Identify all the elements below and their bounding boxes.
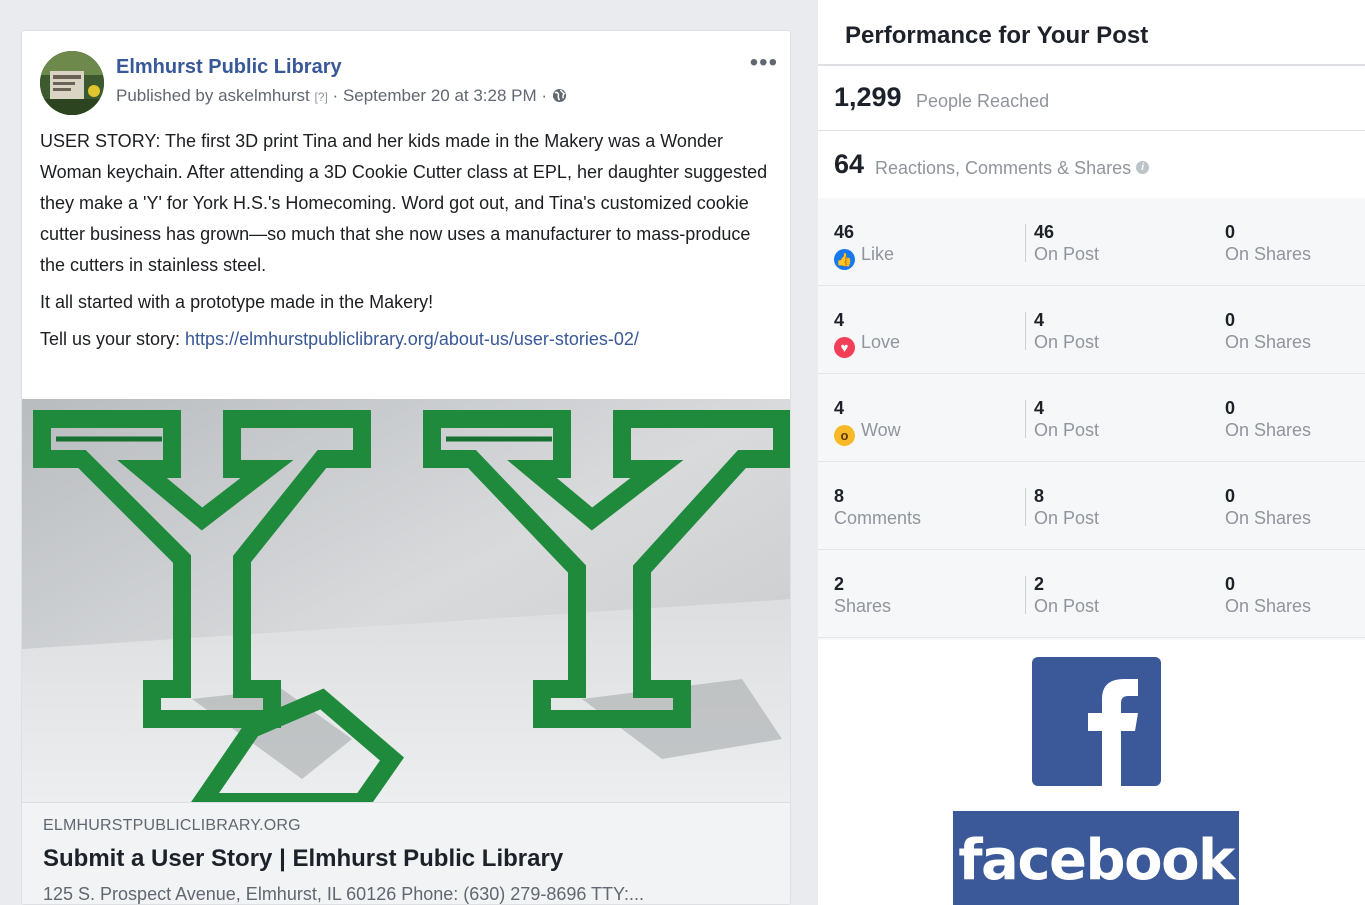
user-stories-link[interactable]: https://elmhurstpubliclibrary.org/about-…	[185, 329, 639, 349]
love-label: Love	[861, 332, 901, 352]
wow-on-shares: 0	[1225, 398, 1236, 418]
engagement-summary: 64 Reactions, Comments & Shares i	[818, 131, 1365, 196]
facebook-wordmark: facebook	[953, 811, 1239, 905]
author-link[interactable]: askelmhurst	[218, 86, 310, 105]
link-domain: ELMHURSTPUBLICLIBRARY.ORG	[43, 817, 301, 834]
more-options-button[interactable]: •••	[750, 49, 778, 77]
wow-label: Wow	[861, 420, 901, 440]
reaction-breakdown: 46 👍 Like 46 On Post 0 On Shares 4 ♥ Love 4 On …	[818, 198, 1365, 640]
post-message: USER STORY: The first 3D print Tina and …	[40, 126, 780, 361]
wow-icon: o	[834, 425, 855, 446]
post-paragraph: USER STORY: The first 3D print Tina and …	[40, 131, 768, 275]
engagement-value: 64	[834, 149, 865, 179]
performance-panel: Performance for Your Post 1,299 People R…	[818, 0, 1365, 640]
on-shares-label: On Shares	[1225, 508, 1312, 528]
reach-summary: 1,299 People Reached	[818, 66, 1365, 131]
like-icon: 👍	[834, 249, 855, 270]
breakdown-row-comments: 8 Comments 8 On Post 0 On Shares	[818, 462, 1365, 550]
on-post-label: On Post	[1034, 244, 1100, 264]
on-shares-label: On Shares	[1225, 244, 1312, 264]
byline-separator: ·	[332, 86, 339, 105]
cta-prefix: Tell us your story:	[40, 329, 186, 349]
like-label: Like	[861, 244, 895, 264]
like-total: 46	[834, 222, 855, 242]
comments-on-shares: 0	[1225, 486, 1236, 506]
wow-total: 4	[834, 398, 845, 418]
shares-label: Shares	[834, 596, 892, 616]
byline-separator: ·	[541, 86, 548, 105]
like-on-post: 46	[1034, 222, 1055, 242]
reach-label: People Reached	[916, 91, 1050, 111]
link-description: 125 S. Prospect Avenue, Elmhurst, IL 601…	[43, 884, 645, 904]
breakdown-row-shares: 2 Shares 2 On Post 0 On Shares	[818, 550, 1365, 638]
breakdown-row-wow: 4 o Wow 4 On Post 0 On Shares	[818, 374, 1365, 462]
link-preview[interactable]: ELMHURSTPUBLICLIBRARY.ORG Submit a User …	[22, 802, 790, 904]
engagement-label: Reactions, Comments & Shares	[875, 158, 1132, 178]
love-on-post: 4	[1034, 310, 1045, 330]
comments-label: Comments	[834, 508, 922, 528]
engagement-label-wrap: Reactions, Comments & Shares i	[875, 158, 1150, 179]
divider	[1025, 576, 1026, 614]
post-timestamp[interactable]: September 20 at 3:28 PM	[343, 86, 537, 105]
post-card: Elmhurst Public Library Published by ask…	[21, 30, 791, 905]
on-post-label: On Post	[1034, 508, 1100, 528]
comments-total: 8	[834, 486, 845, 506]
shares-on-post: 2	[1034, 574, 1045, 594]
info-icon[interactable]: i	[1136, 161, 1150, 174]
link-title[interactable]: Submit a User Story | Elmhurst Public Li…	[43, 845, 563, 873]
comments-on-post: 8	[1034, 486, 1045, 506]
reach-value: 1,299	[834, 82, 902, 112]
help-marker[interactable]: [?]	[314, 90, 327, 104]
page-avatar[interactable]	[40, 51, 104, 115]
post-cta: Tell us your story: https://elmhurstpubl…	[40, 324, 780, 355]
post-photo[interactable]	[22, 399, 790, 802]
divider	[1025, 312, 1026, 350]
on-shares-label: On Shares	[1225, 596, 1312, 616]
love-total: 4	[834, 310, 845, 330]
published-by-label: Published by	[116, 86, 214, 105]
divider	[1025, 488, 1026, 526]
shares-on-shares: 0	[1225, 574, 1236, 594]
breakdown-row-love: 4 ♥ Love 4 On Post 0 On Shares	[818, 286, 1365, 374]
love-on-shares: 0	[1225, 310, 1236, 330]
post-paragraph: It all started with a prototype made in …	[40, 292, 434, 312]
facebook-logo-icon	[1032, 657, 1161, 786]
shares-total: 2	[834, 574, 845, 594]
page-name-link[interactable]: Elmhurst Public Library	[116, 56, 342, 79]
breakdown-row-like: 46 👍 Like 46 On Post 0 On Shares	[818, 198, 1365, 286]
on-shares-label: On Shares	[1225, 332, 1312, 352]
on-post-label: On Post	[1034, 420, 1100, 440]
like-on-shares: 0	[1225, 222, 1236, 242]
performance-title: Performance for Your Post	[845, 22, 1149, 49]
globe-icon[interactable]	[552, 86, 567, 105]
divider	[1025, 224, 1026, 262]
wow-on-post: 4	[1034, 398, 1045, 418]
post-byline: Published by askelmhurst [?] · September…	[116, 86, 567, 106]
on-post-label: On Post	[1034, 332, 1100, 352]
on-shares-label: On Shares	[1225, 420, 1312, 440]
on-post-label: On Post	[1034, 596, 1100, 616]
love-icon: ♥	[834, 337, 855, 358]
divider	[1025, 400, 1026, 438]
